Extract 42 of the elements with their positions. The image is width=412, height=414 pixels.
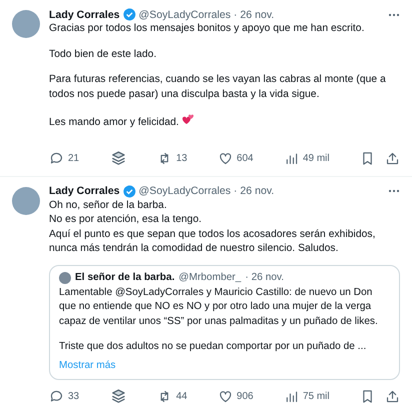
- quoted-tweet-date: · 26 nov.: [245, 272, 284, 283]
- avatar[interactable]: [12, 10, 40, 38]
- views-icon[interactable]: [284, 150, 299, 166]
- author-handle[interactable]: @SoyLadyCorrales: [138, 185, 231, 197]
- more-options-icon[interactable]: [388, 189, 400, 193]
- tweet-date[interactable]: · 26 nov.: [234, 8, 274, 20]
- share-icon[interactable]: [384, 388, 400, 404]
- quoted-author-handle: @Mrbomber_: [178, 272, 242, 283]
- author-name[interactable]: Lady Corrales: [49, 8, 120, 20]
- like-count: 906: [236, 390, 254, 402]
- reply-icon[interactable]: [49, 388, 64, 404]
- views-icon[interactable]: [284, 388, 299, 404]
- reply-icon[interactable]: [49, 150, 64, 166]
- tweet-text: Aquí el punto es que sepan que todos los acosadores serán exhibidos, nunca más tendrán la comodidad de nuestro silencio. Saludos.: [49, 228, 376, 256]
- tweet-text: Para futuras referencias, cuando se les vayan las cabras al monte (que a todos nos puede pasar) una disculpa basta y la vida sigue.: [49, 73, 387, 102]
- quoted-tweet-text: Lamentable @SoyLadyCorrales y Mauricio Castillo: de nuevo un Don que no entiende que NO es NO y por otro lado una mujer de la verga capaz de ventilar unos “SS” por unas palmaditas y un puñado de likes.: [59, 286, 379, 328]
- repost-count: 44: [176, 390, 188, 402]
- like-icon[interactable]: [218, 150, 233, 166]
- share-icon[interactable]: [384, 150, 400, 166]
- quoted-avatar: [59, 272, 71, 284]
- view-count: 49 mil: [302, 152, 330, 164]
- layers-icon[interactable]: [110, 150, 127, 166]
- tweet-text: Oh no, señor de la barba.: [49, 198, 168, 212]
- view-count: 75 mil: [302, 390, 330, 402]
- like-count: 604: [236, 152, 254, 164]
- avatar[interactable]: [12, 186, 40, 214]
- tweet-text: No es por atención, esa la tengo.: [49, 213, 202, 227]
- layers-icon[interactable]: [110, 388, 127, 404]
- quoted-tweet-text: Triste que dos adultos no se puedan comportar por un puñado de ...: [59, 340, 368, 354]
- like-icon[interactable]: [218, 388, 233, 404]
- tweet-date[interactable]: · 26 nov.: [234, 185, 274, 197]
- quoted-author-name: El señor de la barba.: [75, 272, 175, 283]
- more-options-icon[interactable]: [388, 12, 400, 16]
- tweet-text: Les mando amor y felicidad.: [49, 113, 400, 130]
- reply-count: 21: [68, 152, 80, 164]
- quoted-tweet-card[interactable]: [49, 264, 400, 380]
- tweet-text: Gracias por todos los mensajes bonitos y apoyo que me han escrito.: [49, 22, 366, 36]
- repost-count: 13: [176, 152, 188, 164]
- author-handle[interactable]: @SoyLadyCorrales: [138, 8, 231, 20]
- reply-count: 33: [68, 390, 80, 402]
- author-name[interactable]: Lady Corrales: [49, 185, 120, 197]
- tweet-text: Todo bien de este lado.: [49, 48, 158, 62]
